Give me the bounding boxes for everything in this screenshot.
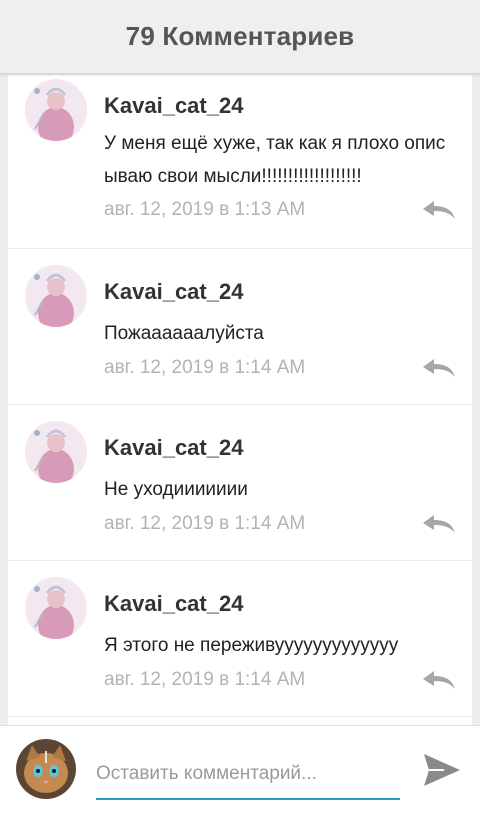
avatar[interactable] [25,577,87,639]
comments-count-title: 79 Комментариев [125,21,355,51]
comment-item: Kavai_cat_24 Пожаааааалуйста авг. 12, 20… [8,249,472,405]
comments-list[interactable]: Kavai_cat_24 У меня ещё хуже, так как я … [8,75,472,725]
comment-text: Не уходиииииии [104,479,248,500]
comment-input-wrapper [96,752,400,800]
avatar[interactable] [25,265,87,327]
comment-item: Kavai_cat_24 Не уходиииииии авг. 12, 201… [8,405,472,561]
comment-author[interactable]: Kavai_cat_24 [104,591,243,617]
comment-text: У меня ещё хуже, так как я плохо описыва… [104,133,446,187]
reply-icon[interactable] [422,669,456,691]
input-underline [96,798,400,800]
send-icon [424,754,460,786]
comment-input[interactable] [96,752,400,796]
comment-author[interactable]: Kavai_cat_24 [104,435,243,461]
comment-author[interactable]: Kavai_cat_24 [104,93,243,119]
avatar[interactable] [25,421,87,483]
comment-author[interactable]: Kavai_cat_24 [104,279,243,305]
top-bar: 79 Комментариев [0,0,480,74]
reply-icon[interactable] [422,199,456,221]
comment-date: авг. 12, 2019 в 1:13 AM [104,199,306,220]
comment-date: авг. 12, 2019 в 1:14 AM [104,357,306,378]
comment-composer [0,725,480,814]
comment-item: Kavai_cat_24 У меня ещё хуже, так как я … [8,75,472,249]
comment-date: авг. 12, 2019 в 1:14 AM [104,669,306,690]
user-avatar[interactable] [16,739,76,799]
reply-icon[interactable] [422,513,456,535]
comment-text: Я этого не переживууууууууууууу [104,635,399,656]
avatar[interactable] [25,79,87,141]
comment-item: Kavai_cat_24 Я этого не переживууууууууу… [8,561,472,717]
comment-date: авг. 12, 2019 в 1:14 AM [104,513,306,534]
reply-icon[interactable] [422,357,456,379]
comment-text: Пожаааааалуйста [104,323,264,344]
send-button[interactable] [420,748,464,792]
